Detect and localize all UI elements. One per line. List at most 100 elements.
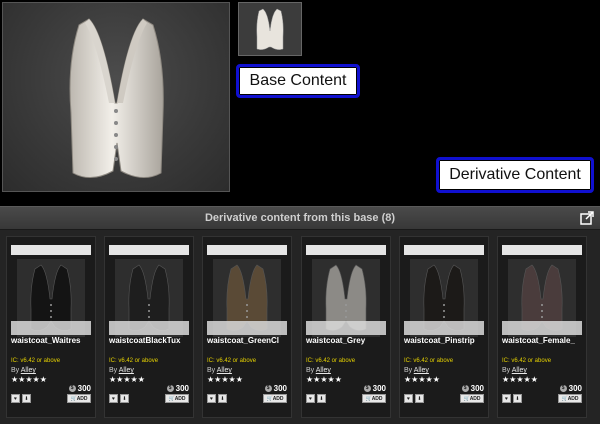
rating-stars: ★★★★★ xyxy=(207,375,243,384)
compatibility-note: IC: v6.42 or above xyxy=(109,358,159,364)
name-placeholder-bar xyxy=(306,321,386,335)
download-button[interactable]: ⬇ xyxy=(415,394,424,403)
title-placeholder-bar xyxy=(109,245,189,255)
download-button[interactable]: ⬇ xyxy=(120,394,129,403)
price: $300 xyxy=(264,384,287,393)
coin-icon: $ xyxy=(461,385,469,393)
product-name[interactable]: waistcoat_GreenCl xyxy=(207,336,289,345)
coin-icon: $ xyxy=(559,385,567,393)
rating-stars: ★★★★★ xyxy=(502,375,538,384)
product-name[interactable]: waistcoat_Grey xyxy=(306,336,388,345)
by-label: By xyxy=(11,367,20,374)
author-line: By Alley xyxy=(207,367,232,374)
add-to-cart-button[interactable]: 🛒ADD xyxy=(558,394,582,403)
add-to-cart-button[interactable]: 🛒ADD xyxy=(165,394,189,403)
rating-stars: ★★★★★ xyxy=(404,375,440,384)
product-card[interactable]: waistcoat_GreenCl IC: v6.42 or above By … xyxy=(202,236,292,418)
author-line: By Alley xyxy=(11,367,36,374)
wishlist-heart-button[interactable]: ♥ xyxy=(109,394,118,403)
coin-icon: $ xyxy=(166,385,174,393)
compatibility-note: IC: v6.42 or above xyxy=(502,358,552,364)
product-card[interactable]: waistcoat_Waitres IC: v6.42 or above By … xyxy=(6,236,96,418)
author-line: By Alley xyxy=(109,367,134,374)
price-value: 300 xyxy=(175,384,189,393)
wishlist-heart-button[interactable]: ♥ xyxy=(11,394,20,403)
title-placeholder-bar xyxy=(404,245,484,255)
product-card[interactable]: waistcoat_Pinstrip IC: v6.42 or above By… xyxy=(399,236,489,418)
rating-stars: ★★★★★ xyxy=(306,375,342,384)
derivative-content-label: Derivative Content xyxy=(436,157,594,193)
name-placeholder-bar xyxy=(11,321,91,335)
wishlist-heart-button[interactable]: ♥ xyxy=(404,394,413,403)
title-placeholder-bar xyxy=(502,245,582,255)
add-label: ADD xyxy=(76,396,88,402)
product-card[interactable]: waistcoatBlackTux IC: v6.42 or above By … xyxy=(104,236,194,418)
download-button[interactable]: ⬇ xyxy=(22,394,31,403)
price: $300 xyxy=(363,384,386,393)
coin-icon: $ xyxy=(264,385,272,393)
author-link[interactable]: Alley xyxy=(21,367,36,374)
product-card[interactable]: waistcoat_Female_ IC: v6.42 or above By … xyxy=(497,236,587,418)
add-to-cart-button[interactable]: 🛒ADD xyxy=(263,394,287,403)
name-placeholder-bar xyxy=(404,321,484,335)
add-to-cart-button[interactable]: 🛒ADD xyxy=(67,394,91,403)
author-link[interactable]: Alley xyxy=(316,367,331,374)
by-label: By xyxy=(207,367,216,374)
author-line: By Alley xyxy=(306,367,331,374)
price: $300 xyxy=(68,384,91,393)
coin-icon: $ xyxy=(68,385,76,393)
wishlist-heart-button[interactable]: ♥ xyxy=(207,394,216,403)
by-label: By xyxy=(306,367,315,374)
add-to-cart-button[interactable]: 🛒ADD xyxy=(362,394,386,403)
author-link[interactable]: Alley xyxy=(217,367,232,374)
compatibility-note: IC: v6.42 or above xyxy=(404,358,454,364)
wishlist-heart-button[interactable]: ♥ xyxy=(306,394,315,403)
product-name[interactable]: waistcoat_Pinstrip xyxy=(404,336,486,345)
price-value: 300 xyxy=(273,384,287,393)
author-link[interactable]: Alley xyxy=(119,367,134,374)
name-placeholder-bar xyxy=(207,321,287,335)
by-label: By xyxy=(404,367,413,374)
product-name[interactable]: waistcoat_Waitres xyxy=(11,336,93,345)
name-placeholder-bar xyxy=(502,321,582,335)
compatibility-note: IC: v6.42 or above xyxy=(306,358,356,364)
title-placeholder-bar xyxy=(207,245,287,255)
download-button[interactable]: ⬇ xyxy=(513,394,522,403)
by-label: By xyxy=(502,367,511,374)
compatibility-note: IC: v6.42 or above xyxy=(11,358,61,364)
section-header: Derivative content from this base (8) xyxy=(0,206,600,230)
white-vest-image xyxy=(69,18,164,178)
base-thumbnail[interactable] xyxy=(238,2,302,56)
product-name[interactable]: waistcoatBlackTux xyxy=(109,336,191,345)
popout-icon[interactable] xyxy=(580,211,594,225)
download-button[interactable]: ⬇ xyxy=(218,394,227,403)
author-link[interactable]: Alley xyxy=(414,367,429,374)
coin-icon: $ xyxy=(363,385,371,393)
derivative-content-text: Derivative Content xyxy=(449,166,581,183)
price-value: 300 xyxy=(372,384,386,393)
base-content-text: Base Content xyxy=(249,72,347,89)
product-card[interactable]: waistcoat_Grey IC: v6.42 or above By All… xyxy=(301,236,391,418)
author-line: By Alley xyxy=(502,367,527,374)
add-label: ADD xyxy=(469,396,481,402)
add-label: ADD xyxy=(272,396,284,402)
price: $300 xyxy=(166,384,189,393)
add-to-cart-button[interactable]: 🛒ADD xyxy=(460,394,484,403)
vest-thumbnail-image xyxy=(256,8,284,50)
compatibility-note: IC: v6.42 or above xyxy=(207,358,257,364)
section-title: Derivative content from this base (8) xyxy=(204,212,396,224)
base-content-label: Base Content xyxy=(236,64,360,98)
name-placeholder-bar xyxy=(109,321,189,335)
by-label: By xyxy=(109,367,118,374)
product-name[interactable]: waistcoat_Female_ xyxy=(502,336,584,345)
add-label: ADD xyxy=(567,396,579,402)
author-link[interactable]: Alley xyxy=(512,367,527,374)
download-button[interactable]: ⬇ xyxy=(317,394,326,403)
base-product-image[interactable] xyxy=(2,2,230,192)
title-placeholder-bar xyxy=(11,245,91,255)
wishlist-heart-button[interactable]: ♥ xyxy=(502,394,511,403)
price-value: 300 xyxy=(77,384,91,393)
price-value: 300 xyxy=(568,384,582,393)
price: $300 xyxy=(559,384,582,393)
add-label: ADD xyxy=(371,396,383,402)
